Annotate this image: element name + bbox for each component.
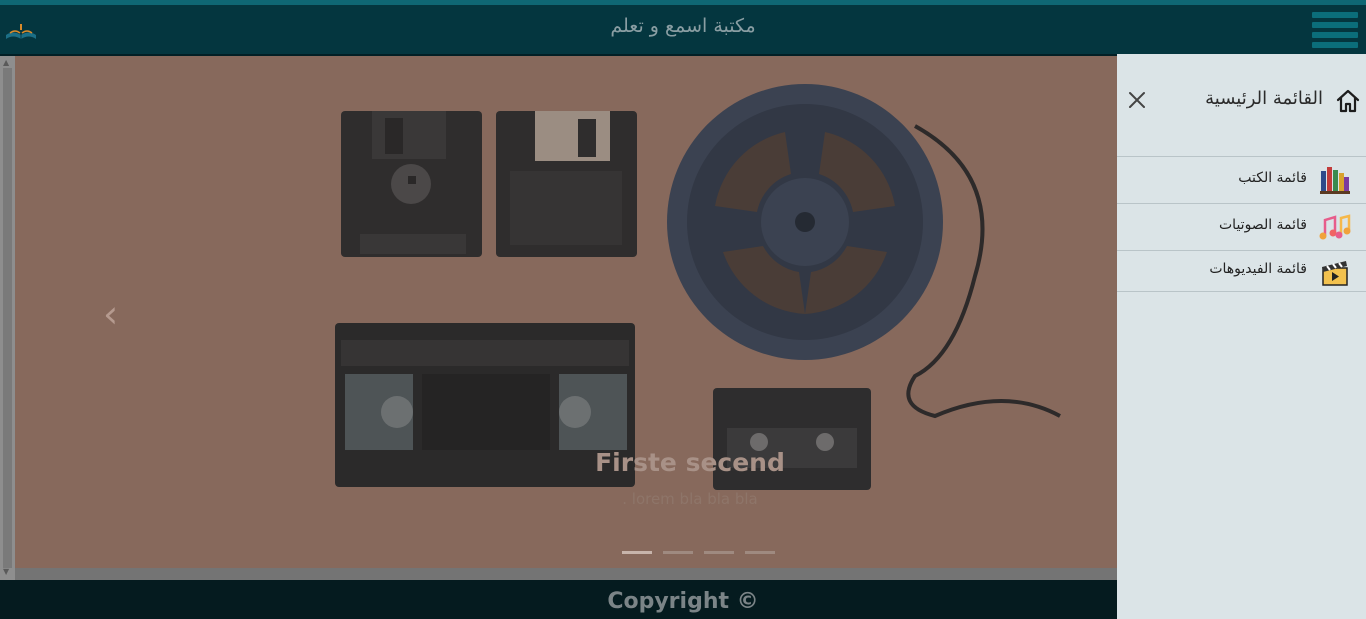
menu-item-audio[interactable]: قائمة الصوتيات (1117, 203, 1366, 250)
home-icon (1336, 89, 1360, 113)
carousel-indicator[interactable] (745, 551, 776, 554)
sidenav-header: القائمة الرئيسية (1117, 54, 1366, 156)
music-notes-icon (1319, 214, 1351, 240)
hamburger-bar (1312, 42, 1358, 48)
carousel-indicator[interactable] (663, 551, 694, 554)
content-bottom-edge (15, 568, 1117, 580)
scroll-down-arrow-icon[interactable]: ▼ (3, 568, 9, 576)
scrollbar-thumb[interactable] (3, 68, 12, 568)
close-icon[interactable] (1126, 89, 1148, 111)
hamburger-bar (1312, 22, 1358, 28)
menu-item-label: قائمة الفيديوهات (1209, 261, 1307, 277)
slide-caption-text: . lorem bla bla bla (622, 490, 758, 508)
navbar: مكتبة اسمع و تعلم (0, 5, 1366, 56)
carousel-prev-chevron-left-icon[interactable]: ‹ (103, 295, 133, 333)
site-title: مكتبة اسمع و تعلم (610, 15, 756, 37)
menu-item-books[interactable]: قائمة الكتب (1117, 156, 1366, 203)
main-menu-heading[interactable]: القائمة الرئيسية (1205, 88, 1323, 109)
page-scrollbar[interactable]: ▲ ▼ (0, 56, 15, 580)
menu-item-label: قائمة الكتب (1238, 170, 1307, 186)
slide-caption-title: Firste secend (595, 448, 785, 477)
clapperboard-icon (1322, 261, 1348, 286)
sidenav-menu-list: قائمة الكتب قائمة الصوتيات قائمة الفيديو… (1117, 156, 1366, 292)
hamburger-menu-button[interactable] (1312, 12, 1358, 50)
menu-item-videos[interactable]: قائمة الفيديوهات (1117, 250, 1366, 292)
carousel-indicator[interactable] (622, 551, 652, 554)
carousel-indicators (622, 539, 781, 554)
hero-carousel: ‹ Firste secend . lorem bla bla bla (15, 56, 1117, 568)
hamburger-bar (1312, 32, 1358, 38)
side-navigation-drawer: القائمة الرئيسية قائمة الكتب قائمة الصوت… (1117, 54, 1366, 619)
hamburger-bar (1312, 12, 1358, 18)
scroll-up-arrow-icon[interactable]: ▲ (3, 59, 9, 67)
menu-item-label: قائمة الصوتيات (1219, 217, 1307, 233)
carousel-indicator[interactable] (704, 551, 735, 554)
books-icon (1320, 167, 1350, 194)
